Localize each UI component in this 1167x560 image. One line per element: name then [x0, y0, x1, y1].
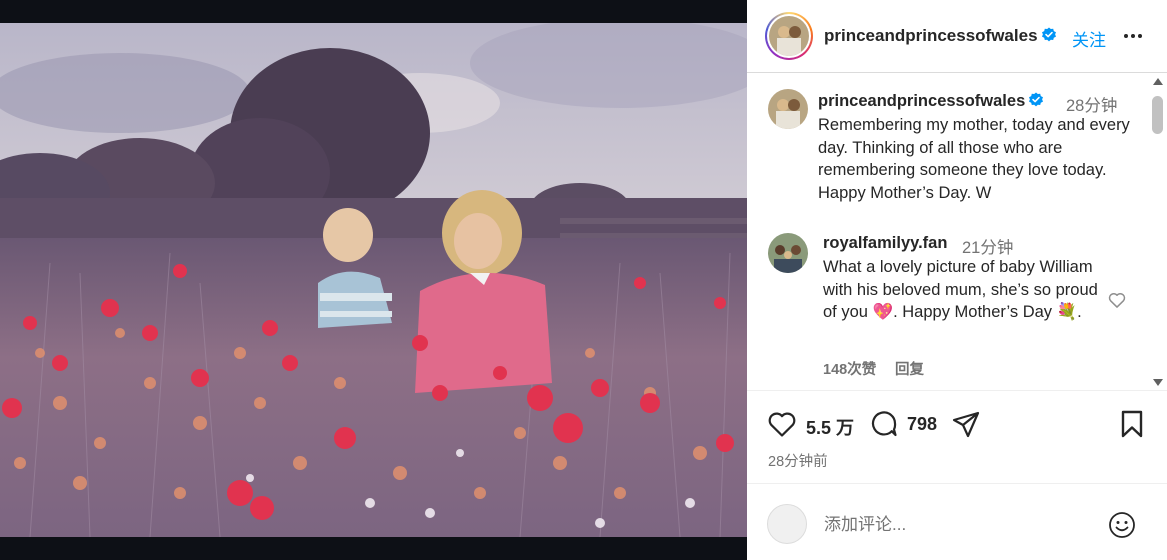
bookmark-icon[interactable] — [1116, 408, 1148, 440]
post-timestamp: 28分钟前 — [768, 454, 828, 470]
post-photo-image — [0, 23, 747, 537]
post-sidebar: princeandprincessofwales 关注 princeandpri… — [747, 0, 1167, 560]
post-actions: 5.5 万 798 28分钟前 — [747, 392, 1167, 482]
comment-likes[interactable]: 148次赞 — [823, 358, 876, 379]
add-comment-bar — [747, 483, 1167, 560]
post-photo[interactable] — [0, 23, 747, 537]
like-count[interactable]: 5.5 万 — [806, 414, 854, 440]
verified-badge-icon — [1029, 92, 1044, 107]
comment-bubble-icon[interactable] — [868, 408, 900, 440]
comment-time: 21分钟 — [962, 239, 1014, 257]
comment-like-heart-icon[interactable] — [1107, 290, 1127, 310]
follow-button[interactable]: 关注 — [1072, 26, 1106, 51]
comment-input[interactable] — [824, 512, 1084, 538]
caption-text: Remembering my mother, today and every d… — [818, 116, 1130, 202]
scrollbar-thumb[interactable] — [1152, 96, 1163, 134]
paper-plane-icon[interactable] — [950, 408, 982, 440]
emoji-icon[interactable] — [1107, 510, 1137, 540]
caption-time: 28分钟 — [1066, 97, 1118, 115]
author-username[interactable]: princeandprincessofwales — [824, 26, 1057, 46]
comment-text: What a lovely picture of baby William wi… — [823, 258, 1098, 321]
comment-reply-button[interactable]: 回复 — [895, 358, 924, 379]
avatar-photo — [769, 16, 809, 56]
post-header: princeandprincessofwales 关注 — [747, 0, 1167, 73]
current-user-avatar — [767, 504, 807, 544]
more-options-icon[interactable] — [1121, 24, 1145, 48]
heart-icon[interactable] — [766, 408, 798, 440]
photo-pane — [0, 0, 747, 560]
avatar-photo — [768, 233, 808, 273]
comments-scrollbar[interactable] — [1151, 78, 1165, 388]
author-username-text: princeandprincessofwales — [824, 26, 1038, 45]
comment-count[interactable]: 798 — [907, 414, 937, 435]
scroll-up-arrow-icon[interactable] — [1153, 78, 1163, 85]
verified-badge-icon — [1041, 27, 1056, 42]
caption-username-text: princeandprincessofwales — [818, 92, 1026, 110]
comments-list[interactable]: princeandprincessofwales 28分钟 Rememberin… — [747, 74, 1167, 391]
caption-avatar[interactable] — [768, 89, 808, 129]
comment-avatar[interactable] — [768, 233, 808, 273]
scroll-down-arrow-icon[interactable] — [1153, 379, 1163, 386]
author-avatar[interactable] — [765, 12, 813, 60]
avatar-photo — [768, 89, 808, 129]
comment-username[interactable]: royalfamilyy.fan — [823, 234, 947, 253]
caption-username[interactable]: princeandprincessofwales — [818, 92, 1044, 111]
